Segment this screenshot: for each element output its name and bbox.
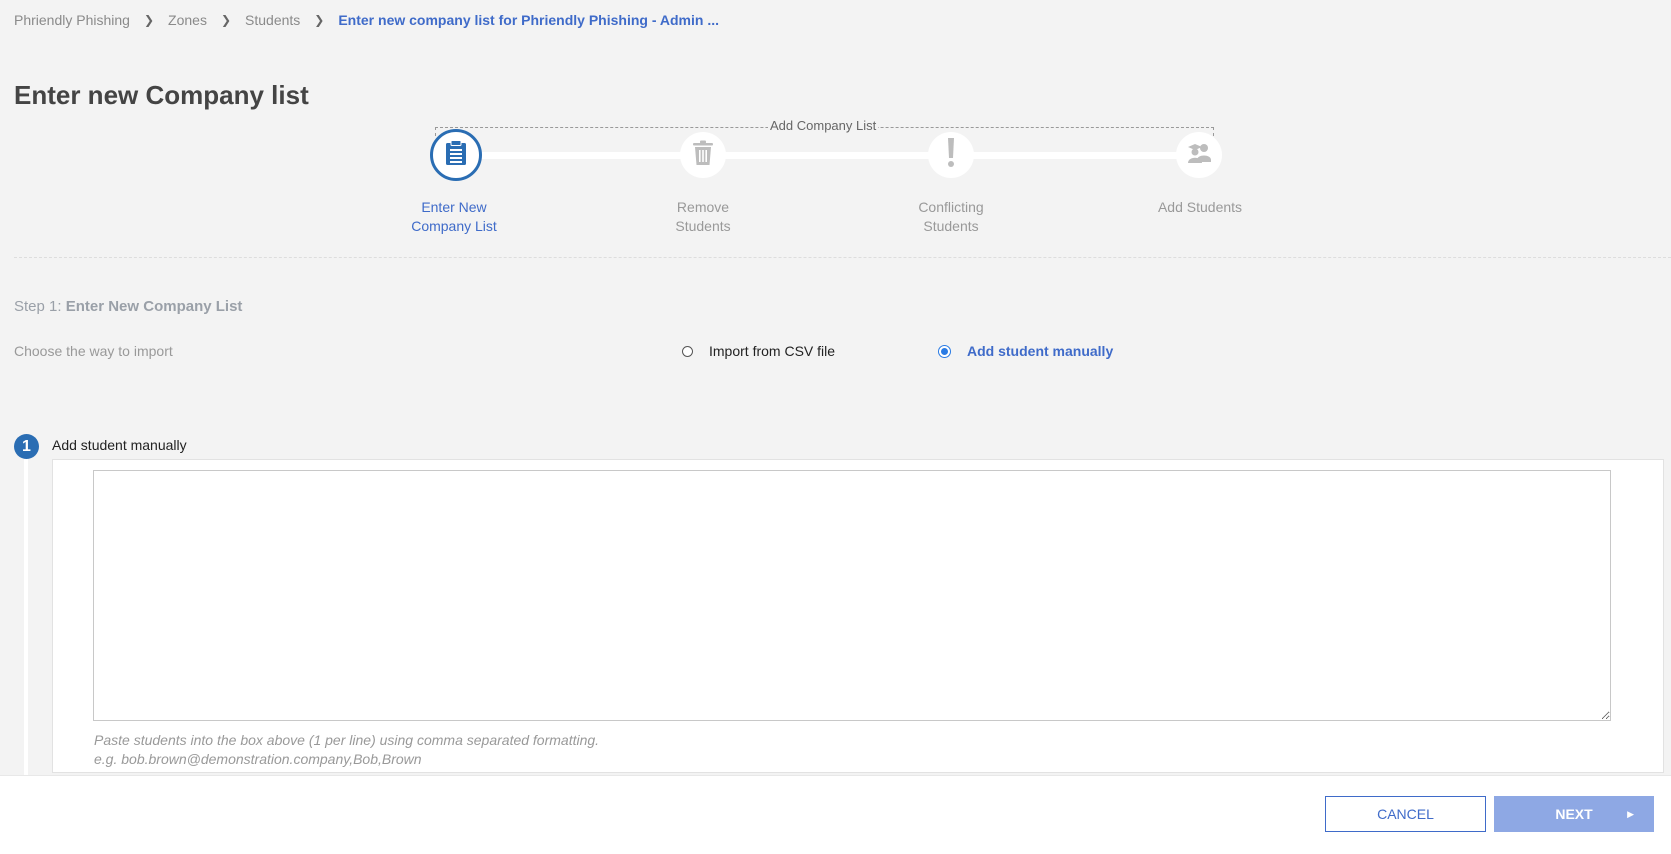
step-group-label: Add Company List (768, 118, 879, 133)
step-label-enter-new-company-list: Enter New Company List (384, 198, 524, 236)
step-enter-new-company-list (430, 129, 482, 181)
input-example: e.g. bob.brown@demonstration.company,Bob… (94, 751, 422, 767)
step-label-line: Company List (411, 218, 497, 234)
radio-circle[interactable] (682, 345, 693, 357)
radio-import-csv-label[interactable]: Import from CSV file (709, 343, 835, 359)
radio-add-manually[interactable]: Add student manually (938, 343, 1113, 359)
step-label-line: Conflicting (918, 199, 984, 215)
step-label-line: Enter New (421, 199, 487, 215)
step-label-line: Students (923, 218, 979, 234)
clipboard-icon (445, 139, 467, 171)
trash-icon (692, 140, 714, 171)
progress-stepper: Add Company List Enter New Company List (0, 118, 1671, 238)
step-prefix: Step 1: (14, 298, 62, 315)
students-textarea[interactable] (93, 470, 1611, 721)
step-label-line: Remove (676, 199, 730, 215)
chevron-right-icon: ❯ (220, 13, 232, 27)
next-button-label: NEXT (1555, 806, 1593, 822)
input-hint: Paste students into the box above (1 per… (94, 732, 600, 748)
chevron-right-icon: ❯ (143, 13, 155, 27)
manual-entry-panel: Paste students into the box above (1 per… (52, 459, 1664, 773)
breadcrumb-current: Enter new company list for Phriendly Phi… (338, 12, 719, 28)
radio-add-manually-label[interactable]: Add student manually (967, 343, 1113, 359)
page-title: Enter new Company list (14, 80, 309, 110)
step-heading: Step 1: Enter New Company List (14, 298, 242, 315)
cancel-button[interactable]: CANCEL (1325, 796, 1486, 832)
step-add-students (1176, 132, 1222, 178)
exclamation-icon (946, 137, 956, 173)
footer-bar: CANCEL NEXT ▶ (0, 775, 1671, 854)
breadcrumb-link-phriendly-phishing[interactable]: Phriendly Phishing (14, 12, 130, 28)
users-icon (1185, 142, 1213, 169)
play-arrow-icon: ▶ (1627, 808, 1634, 819)
section-timeline-line (24, 459, 28, 775)
breadcrumb: Phriendly Phishing ❯ Zones ❯ Students ❯ … (14, 12, 719, 28)
import-method-label: Choose the way to import (14, 343, 173, 359)
step-name: Enter New Company List (65, 298, 243, 315)
stepper-track (455, 152, 1199, 159)
step-label-conflicting-students: Conflicting Students (881, 198, 1021, 236)
section-title: Add student manually (52, 437, 187, 453)
next-button[interactable]: NEXT ▶ (1494, 796, 1654, 832)
breadcrumb-link-zones[interactable]: Zones (168, 12, 207, 28)
step-conflicting-students (928, 132, 974, 178)
section-number-badge: 1 (14, 434, 39, 459)
step-label-line: Students (675, 218, 731, 234)
step-remove-students (680, 132, 726, 178)
step-label-remove-students: Remove Students (633, 198, 773, 236)
chevron-right-icon: ❯ (314, 13, 325, 27)
radio-import-csv[interactable]: Import from CSV file (682, 343, 835, 359)
breadcrumb-link-students[interactable]: Students (245, 12, 300, 28)
step-label-add-students: Add Students (1130, 198, 1270, 217)
radio-circle-selected[interactable] (938, 344, 951, 358)
step-label-line: Add Students (1157, 199, 1243, 215)
divider (14, 257, 1671, 258)
